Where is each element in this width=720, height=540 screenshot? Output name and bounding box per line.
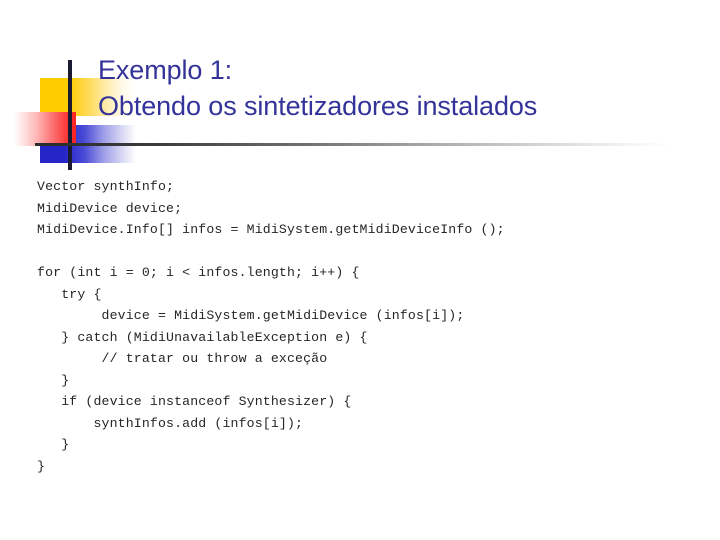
title-line-1: Exemplo 1: [98, 55, 233, 85]
red-square-decoration [14, 112, 76, 146]
code-line: MidiDevice.Info[] infos = MidiSystem.get… [37, 222, 505, 237]
code-line: Vector synthInfo; [37, 179, 175, 194]
code-line: for (int i = 0; i < infos.length; i++) { [37, 265, 360, 280]
code-line: } [37, 437, 70, 452]
code-line: synthInfos.add (infos[i]); [37, 415, 304, 431]
code-line: } [37, 372, 70, 388]
decoration-vertical-line [68, 60, 72, 170]
code-line: device = MidiSystem.getMidiDevice (infos… [37, 308, 465, 323]
title-line-2: Obtendo os sintetizadores instalados [98, 91, 538, 121]
code-listing: Vector synthInfo; MidiDevice device; Mid… [37, 176, 697, 477]
code-line: if (device instanceof Synthesizer) { [37, 394, 352, 409]
code-line: } catch (MidiUnavailableException e) { [37, 329, 368, 345]
code-line: try { [37, 286, 102, 302]
code-line: } [37, 458, 46, 474]
code-line: // tratar ou throw a exceção [37, 351, 328, 366]
code-line: MidiDevice device; [37, 200, 183, 216]
slide-canvas: Exemplo 1: Obtendo os sintetizadores ins… [0, 0, 720, 540]
title-divider [35, 143, 671, 146]
page-title: Exemplo 1: Obtendo os sintetizadores ins… [98, 52, 698, 124]
